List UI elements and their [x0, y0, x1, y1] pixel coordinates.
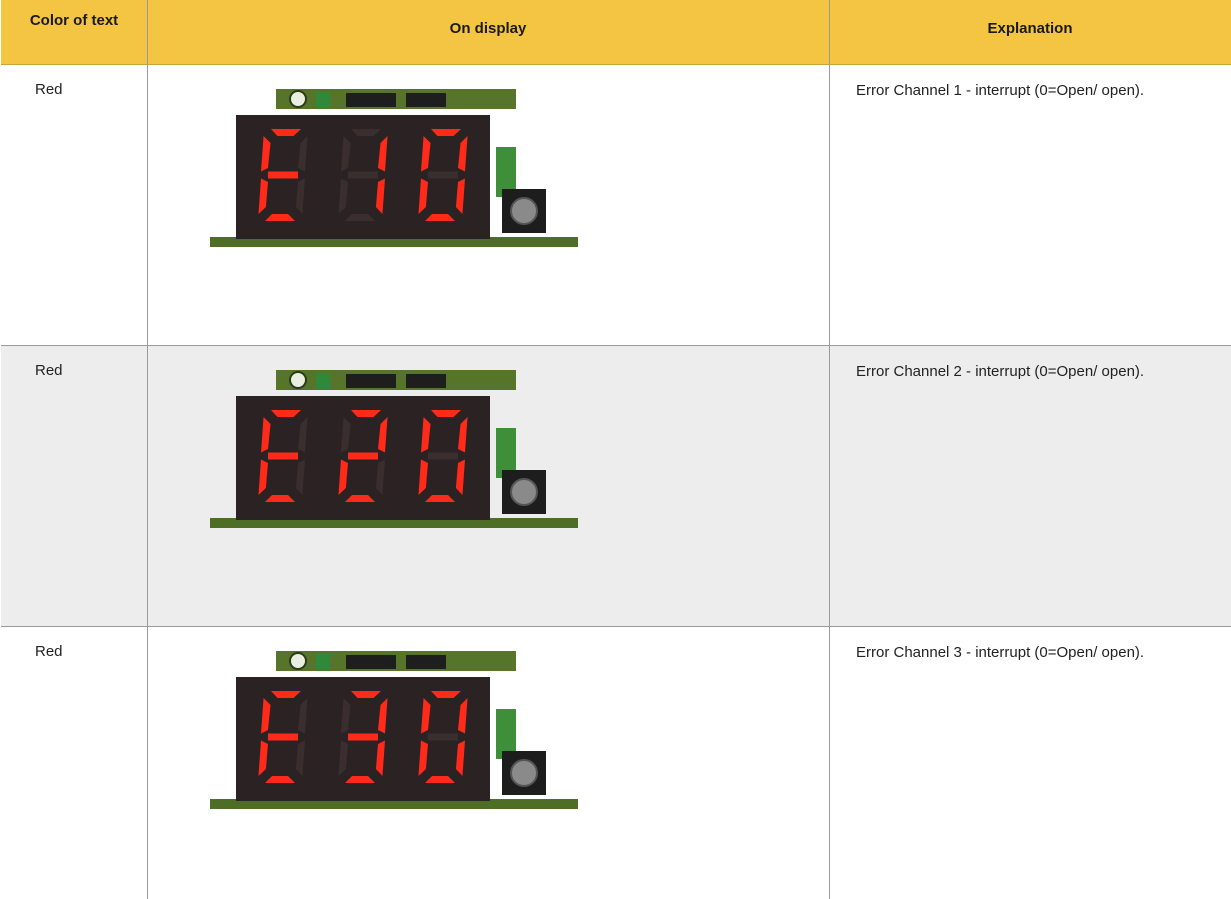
segment-g-on	[268, 733, 298, 741]
color-cell: Red	[35, 643, 63, 660]
segment-g-on	[268, 171, 298, 179]
table-row: Red Error Channel 3 - interrupt (0=Open/…	[1, 627, 1231, 899]
push-button-cap	[510, 197, 538, 225]
chip-component	[346, 374, 396, 388]
header-on-display: On display	[449, 20, 527, 37]
display-image-e10	[210, 89, 578, 247]
terminal	[316, 373, 330, 389]
segment-g-off	[428, 452, 458, 460]
column-divider	[829, 0, 830, 899]
push-button-cap	[510, 478, 538, 506]
column-divider	[147, 0, 148, 899]
color-cell: Red	[35, 362, 63, 379]
segment-g-on	[348, 452, 378, 460]
chip-component	[346, 655, 396, 669]
chip-component	[406, 374, 446, 388]
header-color-of-text: Color of text	[29, 12, 119, 29]
table-row: Red Error Channel 1 - interrupt (0=Open/…	[1, 65, 1231, 346]
explanation-cell: Error Channel 3 - interrupt (0=Open/ ope…	[856, 644, 1145, 661]
segment-g-off	[428, 733, 458, 741]
terminal	[316, 92, 330, 108]
table-row: Red Error Channel 2 - interrupt (0=Open/…	[1, 346, 1231, 627]
chip-component	[406, 93, 446, 107]
mounting-hole	[289, 371, 307, 389]
explanation-cell: Error Channel 2 - interrupt (0=Open/ ope…	[856, 363, 1145, 380]
chip-component	[406, 655, 446, 669]
terminal	[316, 654, 330, 670]
chip-component	[346, 93, 396, 107]
segment-g-off	[428, 171, 458, 179]
color-cell: Red	[35, 81, 63, 98]
explanation-cell: Error Channel 1 - interrupt (0=Open/ ope…	[856, 82, 1145, 99]
display-image-e20	[210, 370, 578, 528]
segment-g-off	[348, 171, 378, 179]
mounting-hole	[289, 90, 307, 108]
mounting-hole	[289, 652, 307, 670]
display-image-e30	[210, 651, 578, 809]
push-button-cap	[510, 759, 538, 787]
header-explanation: Explanation	[987, 20, 1073, 37]
table-header: Color of text On display Explanation	[1, 0, 1231, 65]
segment-g-on	[268, 452, 298, 460]
error-code-table: Color of text On display Explanation Red…	[1, 0, 1231, 899]
segment-g-on	[348, 733, 378, 741]
